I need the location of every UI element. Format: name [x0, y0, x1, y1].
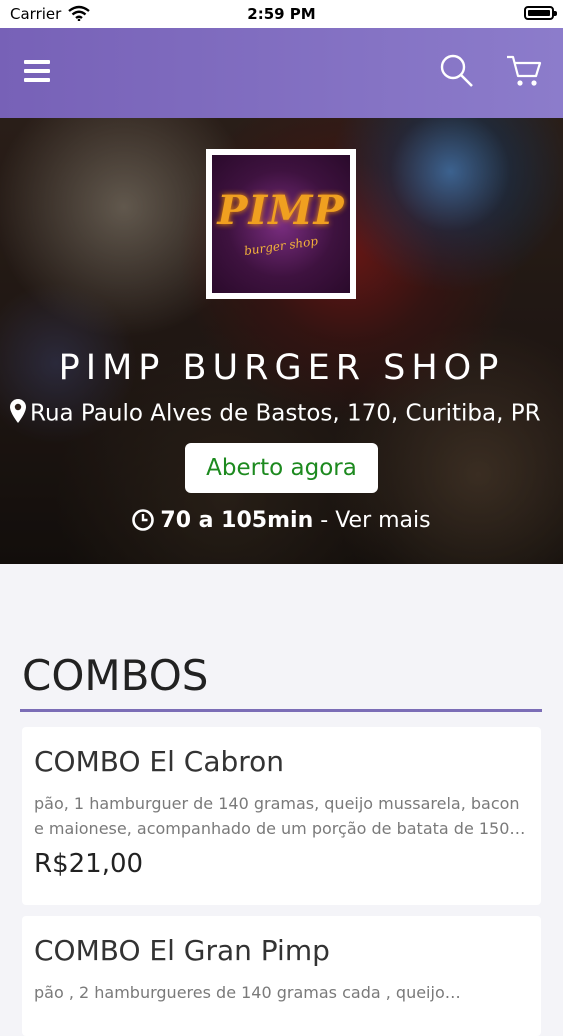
delivery-separator: -	[313, 508, 336, 533]
hamburger-menu-icon[interactable]	[24, 60, 50, 82]
address-text: Rua Paulo Alves de Bastos, 170, Curitiba…	[30, 400, 541, 427]
logo-wordmark: PIMP	[217, 187, 345, 234]
store-logo: PIMP burger shop	[206, 149, 356, 299]
see-more-link[interactable]: Ver mais	[335, 508, 430, 533]
store-name: PIMP BURGER SHOP	[58, 348, 505, 388]
delivery-time: 70 a 105min	[160, 508, 314, 533]
open-status-badge[interactable]: Aberto agora	[185, 443, 378, 493]
clock-time: 2:59 PM	[247, 5, 316, 23]
product-name: COMBO El Gran Pimp	[34, 934, 330, 967]
store-address: Rua Paulo Alves de Bastos, 170, Curitiba…	[10, 399, 563, 429]
store-banner: PIMP burger shop PIMP BURGER SHOP Rua Pa…	[0, 118, 563, 564]
product-price: R$21,00	[34, 849, 144, 879]
location-pin-icon	[10, 399, 26, 429]
search-icon[interactable]	[440, 54, 474, 88]
cart-icon[interactable]	[506, 54, 542, 88]
delivery-info: 70 a 105min - Ver mais	[0, 508, 563, 537]
product-card[interactable]: COMBO El Gran Pimp pão , 2 hamburgueres …	[22, 916, 541, 1036]
status-bar: Carrier 2:59 PM	[0, 0, 563, 28]
product-description: pão , 2 hamburgueres de 140 gramas cada …	[34, 983, 445, 1002]
menu-content: COMBOS COMBO El Cabron pão, 1 hamburguer…	[0, 564, 563, 1036]
product-card[interactable]: COMBO El Cabron pão, 1 hamburguer de 140…	[22, 727, 541, 905]
clock-icon	[132, 509, 155, 537]
section-title: COMBOS	[22, 651, 209, 700]
logo-subtext: burger shop	[243, 233, 319, 259]
app-header	[0, 28, 563, 118]
battery-icon	[524, 6, 557, 20]
product-name: COMBO El Cabron	[34, 745, 285, 778]
section-divider	[20, 709, 542, 712]
product-description: pão, 1 hamburguer de 140 gramas, queijo …	[34, 794, 526, 838]
